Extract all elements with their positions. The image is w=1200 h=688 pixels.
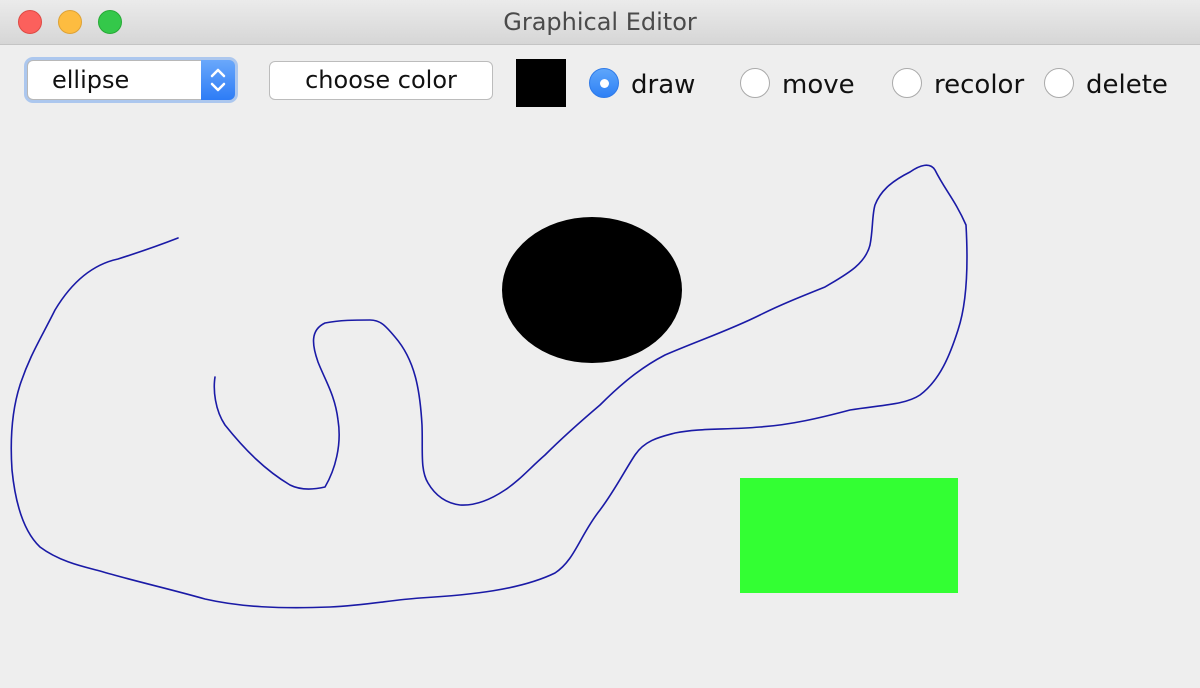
radio-selected-icon[interactable] — [589, 68, 619, 98]
radio-unselected-icon[interactable] — [740, 68, 770, 98]
mode-label-recolor: recolor — [934, 70, 1025, 100]
shape-type-value: ellipse — [52, 66, 130, 94]
current-color-swatch — [516, 59, 566, 107]
select-stepper-icon — [201, 60, 235, 100]
rectangle-shape[interactable] — [740, 478, 958, 593]
mode-label-draw: draw — [631, 70, 696, 100]
choose-color-button[interactable]: choose color — [269, 61, 493, 100]
radio-unselected-icon[interactable] — [892, 68, 922, 98]
window-title: Graphical Editor — [503, 8, 697, 36]
ellipse-shape[interactable] — [502, 217, 682, 363]
app-window: Graphical Editor ellipse choose color dr… — [0, 0, 1200, 688]
drawing-canvas[interactable] — [0, 122, 1200, 688]
radio-unselected-icon[interactable] — [1044, 68, 1074, 98]
mode-label-delete: delete — [1086, 70, 1168, 100]
mode-label-move: move — [782, 70, 855, 100]
title-bar: Graphical Editor — [0, 0, 1200, 45]
shape-type-select[interactable]: ellipse — [27, 60, 235, 100]
